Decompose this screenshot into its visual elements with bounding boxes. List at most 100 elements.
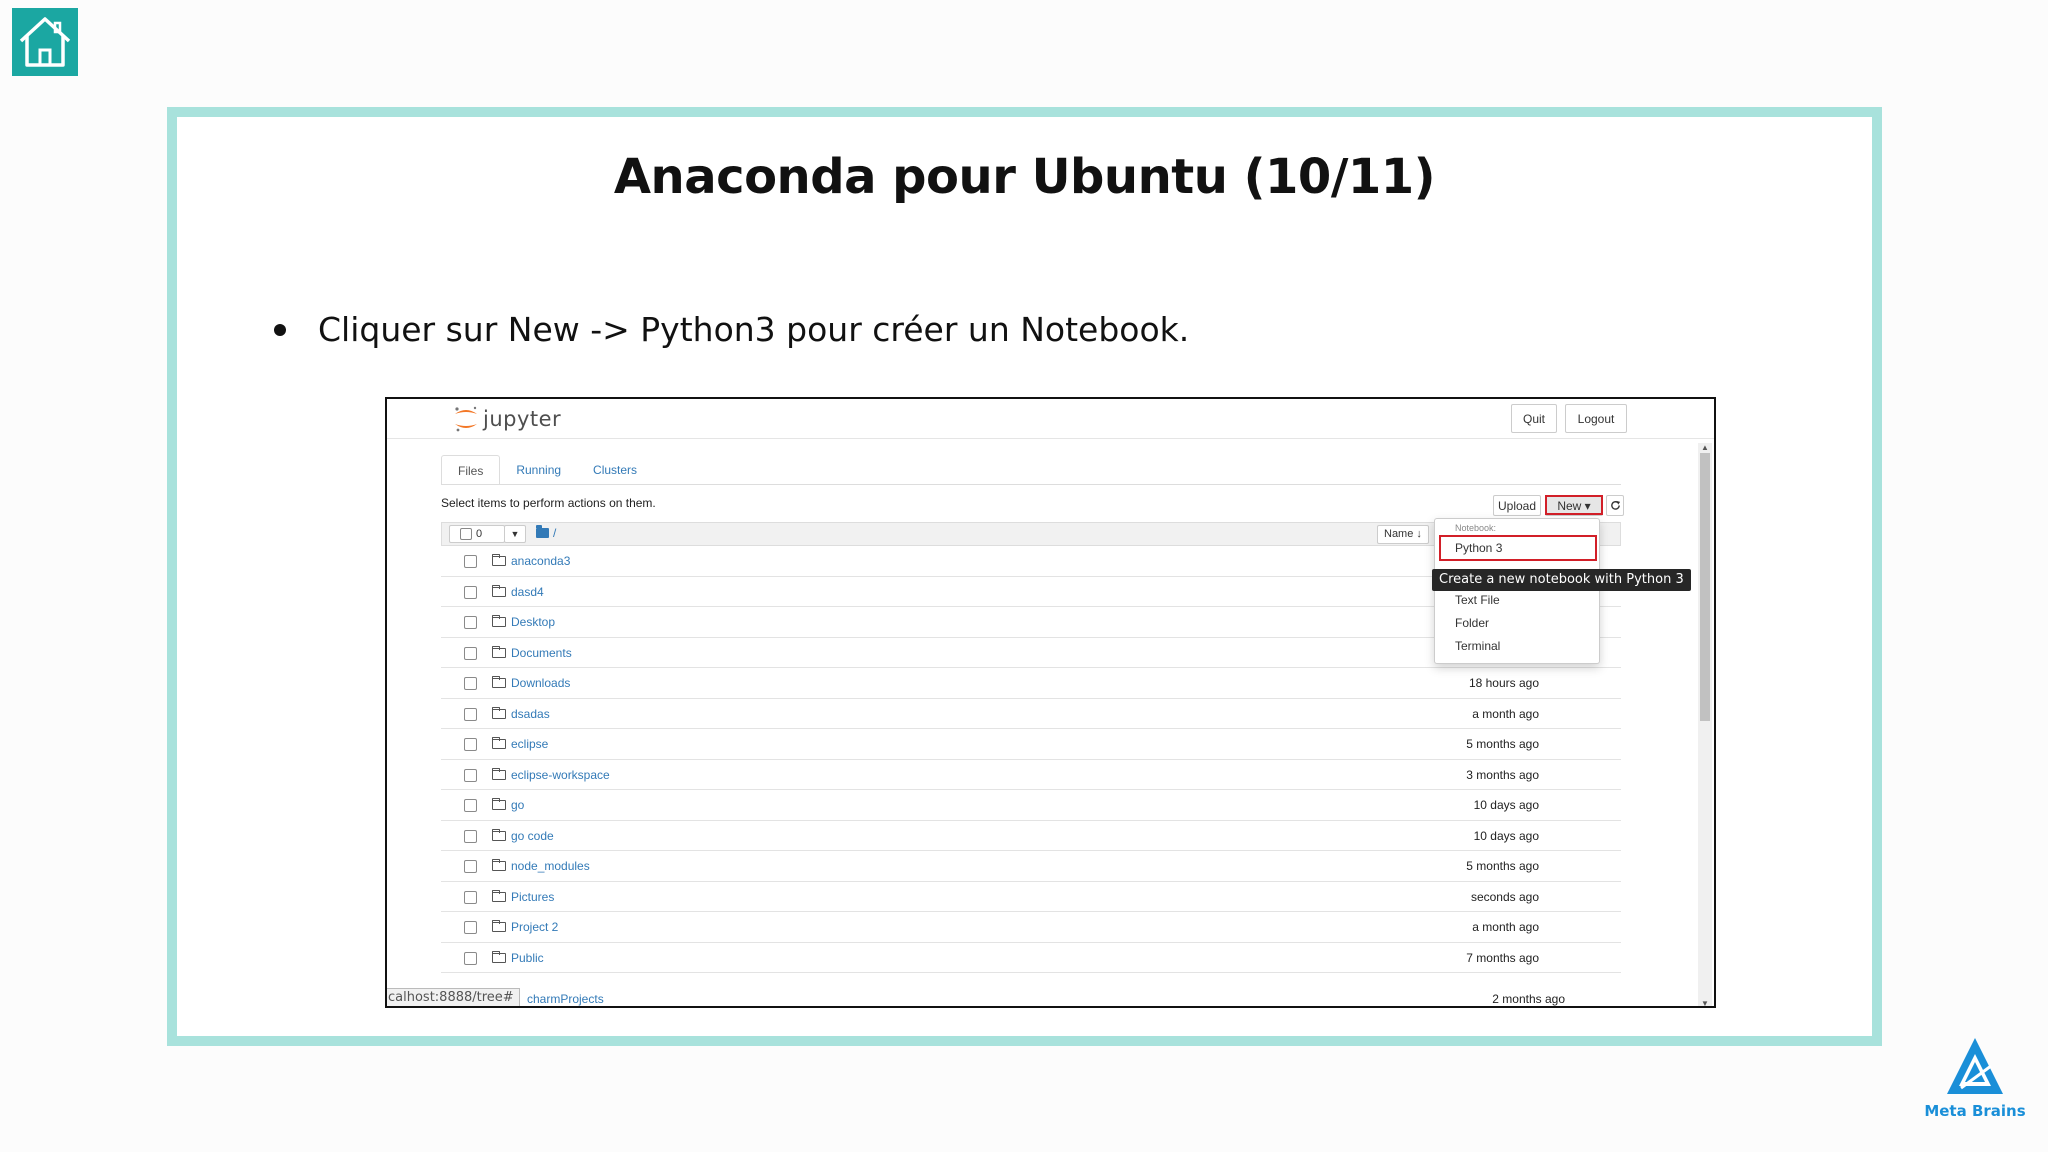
dropdown-section-header: Notebook:	[1455, 523, 1497, 533]
row-checkbox[interactable]	[464, 890, 477, 904]
item-name[interactable]: Desktop	[511, 615, 555, 629]
item-modified: seconds ago	[1470, 889, 1539, 904]
select-message: Select items to perform actions on them.	[441, 496, 656, 510]
logout-button[interactable]: Logout	[1565, 404, 1627, 433]
row-checkbox[interactable]	[464, 646, 477, 660]
item-name[interactable]: node_modules	[511, 859, 590, 873]
sort-by-name-button[interactable]: Name ↓	[1377, 525, 1429, 544]
jupyter-header: jupyter Quit Logout	[387, 399, 1714, 439]
item-modified: 3 months ago	[1466, 767, 1539, 782]
row-checkbox[interactable]	[464, 768, 477, 782]
folder-icon	[492, 798, 506, 810]
jupyter-logo[interactable]: jupyter	[453, 405, 561, 433]
table-row[interactable]: node_modules 5 months ago	[441, 851, 1621, 882]
item-name[interactable]: Public	[511, 951, 544, 965]
item-name[interactable]: go	[511, 798, 524, 812]
folder-icon	[536, 525, 549, 538]
bullet-item: Cliquer sur New -> Python3 pour créer un…	[272, 310, 1189, 349]
row-checkbox[interactable]	[464, 677, 477, 690]
breadcrumb-root: /	[553, 526, 557, 540]
selected-count: 0	[476, 528, 483, 540]
folder-icon	[492, 859, 506, 871]
row-checkbox[interactable]	[464, 707, 477, 721]
row-checkbox[interactable]	[464, 738, 477, 751]
item-modified: 2 months ago	[1492, 992, 1565, 1006]
scrollbar[interactable]: ▲ ▼	[1698, 443, 1712, 1006]
select-all-checkbox[interactable]: 0	[449, 525, 505, 543]
row-checkbox[interactable]	[464, 829, 477, 843]
scrollbar-thumb[interactable]	[1700, 453, 1710, 721]
status-bar-url: calhost:8888/tree#	[387, 988, 520, 1006]
item-name[interactable]: charmProjects	[527, 992, 604, 1006]
new-button[interactable]: New ▾	[1545, 495, 1603, 516]
bullet-text: Cliquer sur New -> Python3 pour créer un…	[318, 310, 1190, 349]
jupyter-logo-icon	[455, 406, 477, 432]
slide-title: Anaconda pour Ubuntu (10/11)	[613, 149, 1436, 205]
folder-icon	[492, 950, 506, 963]
table-row[interactable]: dsadas a month ago	[441, 698, 1621, 729]
folder-icon	[492, 889, 506, 902]
tab-clusters[interactable]: Clusters	[577, 455, 653, 485]
item-name[interactable]: Project 2	[511, 920, 558, 934]
table-row[interactable]: Project 2 a month ago	[441, 912, 1621, 943]
meta-brains-logo-icon	[1947, 1038, 2003, 1094]
menu-item-terminal[interactable]: Terminal	[1455, 639, 1500, 653]
row-checkbox[interactable]	[464, 799, 477, 812]
item-modified: 5 months ago	[1466, 737, 1539, 751]
table-row[interactable]: Public 7 months ago	[441, 942, 1621, 973]
item-modified: 18 hours ago	[1468, 676, 1539, 690]
item-modified: a month ago	[1472, 706, 1539, 721]
menu-item-python3[interactable]: Python 3	[1455, 541, 1502, 555]
row-checkbox[interactable]	[464, 585, 477, 599]
upload-button[interactable]: Upload	[1493, 495, 1541, 516]
folder-icon	[492, 767, 506, 780]
row-checkbox[interactable]	[464, 921, 477, 934]
item-name[interactable]: Pictures	[511, 890, 554, 904]
meta-brains-logo: Meta Brains	[1922, 1036, 2028, 1120]
folder-icon	[492, 706, 506, 719]
tab-files[interactable]: Files	[441, 455, 501, 485]
table-row[interactable]: go 10 days ago	[441, 790, 1621, 821]
breadcrumb[interactable]: /	[536, 525, 557, 540]
quit-button[interactable]: Quit	[1511, 404, 1557, 433]
row-checkbox[interactable]	[464, 860, 477, 873]
scroll-down-icon[interactable]: ▼	[1701, 999, 1709, 1006]
table-row[interactable]: eclipse-workspace 3 months ago	[441, 759, 1621, 790]
jupyter-logo-text: jupyter	[483, 407, 562, 431]
table-row[interactable]: Pictures seconds ago	[441, 881, 1621, 912]
table-row[interactable]: go code 10 days ago	[441, 820, 1621, 851]
item-modified: 5 months ago	[1466, 859, 1539, 873]
table-row[interactable]: Downloads 18 hours ago	[441, 668, 1621, 699]
row-checkbox[interactable]	[464, 555, 477, 568]
table-row[interactable]: eclipse 5 months ago	[441, 729, 1621, 760]
home-icon	[19, 17, 71, 67]
item-name[interactable]: go code	[511, 829, 554, 843]
refresh-icon	[1610, 500, 1620, 510]
bullet-dot	[274, 323, 286, 336]
folder-icon	[492, 615, 506, 627]
slide-frame: Anaconda pour Ubuntu (10/11) Cliquer sur…	[167, 107, 1882, 1046]
item-name[interactable]: dasd4	[511, 585, 544, 599]
scroll-up-icon[interactable]: ▲	[1701, 443, 1709, 452]
home-button[interactable]	[12, 8, 78, 76]
select-dropdown-toggle[interactable]: ▼	[504, 525, 526, 543]
item-name[interactable]: dsadas	[511, 707, 550, 721]
item-name[interactable]: anaconda3	[511, 554, 570, 568]
jupyter-screenshot: jupyter Quit Logout Files Running Cluste…	[385, 397, 1716, 1008]
folder-icon	[492, 645, 506, 658]
item-name[interactable]: Documents	[511, 646, 572, 660]
checkbox-box	[460, 528, 472, 540]
item-name[interactable]: Downloads	[511, 676, 570, 690]
folder-icon	[492, 676, 506, 688]
menu-item-folder[interactable]: Folder	[1455, 616, 1489, 630]
tab-running[interactable]: Running	[500, 455, 577, 485]
item-modified: a month ago	[1472, 920, 1539, 934]
menu-item-text-file[interactable]: Text File	[1455, 593, 1500, 607]
row-checkbox[interactable]	[464, 951, 477, 965]
item-name[interactable]: eclipse	[511, 737, 548, 751]
item-name[interactable]: eclipse-workspace	[511, 768, 610, 782]
python3-tooltip: Create a new notebook with Python 3	[1432, 569, 1691, 591]
row-checkbox[interactable]	[464, 616, 477, 629]
brand-name: Meta Brains	[1924, 1102, 2026, 1120]
refresh-button[interactable]	[1606, 495, 1624, 516]
